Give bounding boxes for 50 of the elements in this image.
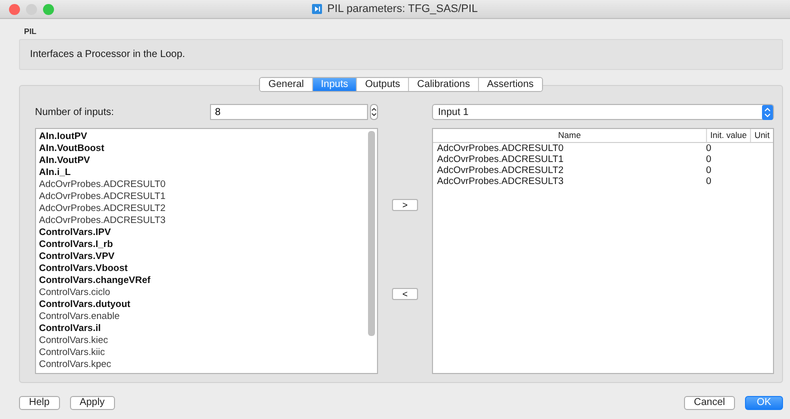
list-item[interactable]: AdcOvrProbes.ADCRESULT0 bbox=[39, 179, 363, 191]
column-header[interactable]: Unit bbox=[750, 129, 773, 142]
list-item[interactable]: ControlVars.Vboost bbox=[39, 263, 363, 275]
list-item[interactable]: AIn.VoutPV bbox=[39, 155, 363, 167]
list-item[interactable]: ControlVars.kpec bbox=[39, 359, 363, 371]
number-field[interactable]: 8 bbox=[210, 104, 368, 120]
table-cell-text: AdcOvrProbes.ADCRESULT1 bbox=[437, 154, 565, 165]
column-header[interactable]: Init. value bbox=[706, 129, 750, 142]
dialog-button[interactable]: Apply bbox=[70, 396, 115, 410]
table-cell-text: AdcOvrProbes.ADCRESULT0 bbox=[437, 143, 565, 154]
window-title: PIL parameters: TFG_SAS/PIL bbox=[312, 3, 478, 15]
close-button[interactable] bbox=[9, 4, 20, 15]
stepper-icon[interactable] bbox=[370, 104, 378, 120]
dialog-button[interactable]: Help bbox=[19, 396, 60, 410]
list-item[interactable]: AdcOvrProbes.ADCRESULT1 bbox=[39, 191, 363, 203]
list-item[interactable]: ControlVars.VPV bbox=[39, 251, 363, 263]
list-item[interactable]: ControlVars.I_rb bbox=[39, 239, 363, 251]
input-select[interactable]: Input 1 bbox=[432, 104, 774, 120]
remove-button[interactable]: < bbox=[392, 288, 418, 300]
table-cell-text: AdcOvrProbes.ADCRESULT2 bbox=[437, 165, 565, 176]
list-item[interactable]: ControlVars.IPV bbox=[39, 227, 363, 239]
minimize-button[interactable] bbox=[26, 4, 37, 15]
list-item[interactable]: AIn.IoutPV bbox=[39, 131, 363, 143]
description-text: Interfaces a Processor in the Loop. bbox=[30, 49, 186, 60]
zoom-button[interactable] bbox=[43, 4, 54, 15]
cancel-button[interactable]: Cancel bbox=[684, 396, 735, 410]
list-item[interactable]: AdcOvrProbes.ADCRESULT3 bbox=[39, 215, 363, 227]
select-arrow-icon bbox=[762, 104, 773, 120]
list-item[interactable]: AIn.VoutBoost bbox=[39, 143, 363, 155]
list-item[interactable]: ControlVars.enable bbox=[39, 311, 363, 323]
add-button[interactable]: > bbox=[392, 199, 418, 211]
table-cell-text: 0 bbox=[706, 176, 712, 187]
section-label: PIL bbox=[24, 27, 38, 36]
list-item[interactable]: ControlVars.kiic bbox=[39, 347, 363, 359]
tab[interactable]: Assertions bbox=[478, 78, 542, 91]
scrollbar-thumb[interactable] bbox=[368, 131, 375, 336]
list-item[interactable]: ControlVars.il bbox=[39, 323, 363, 335]
table-cell-text: 0 bbox=[706, 143, 712, 154]
list-item[interactable]: ControlVars.changeVRef bbox=[39, 275, 363, 287]
table-cell-text: AdcOvrProbes.ADCRESULT3 bbox=[437, 176, 565, 187]
list-item[interactable]: ControlVars.kiec bbox=[39, 335, 363, 347]
table-cell-text: 0 bbox=[706, 165, 712, 176]
table-cell-text: 0 bbox=[706, 154, 712, 165]
play-icon bbox=[312, 4, 322, 14]
list-item[interactable]: AdcOvrProbes.ADCRESULT2 bbox=[39, 203, 363, 215]
column-header[interactable]: Name bbox=[433, 129, 706, 142]
list-item[interactable]: AIn.i_L bbox=[39, 167, 363, 179]
field-label: Number of inputs: bbox=[35, 106, 115, 118]
list-item[interactable]: ControlVars.dutyout bbox=[39, 299, 363, 311]
list-item[interactable]: ControlVars.ciclo bbox=[39, 287, 363, 299]
